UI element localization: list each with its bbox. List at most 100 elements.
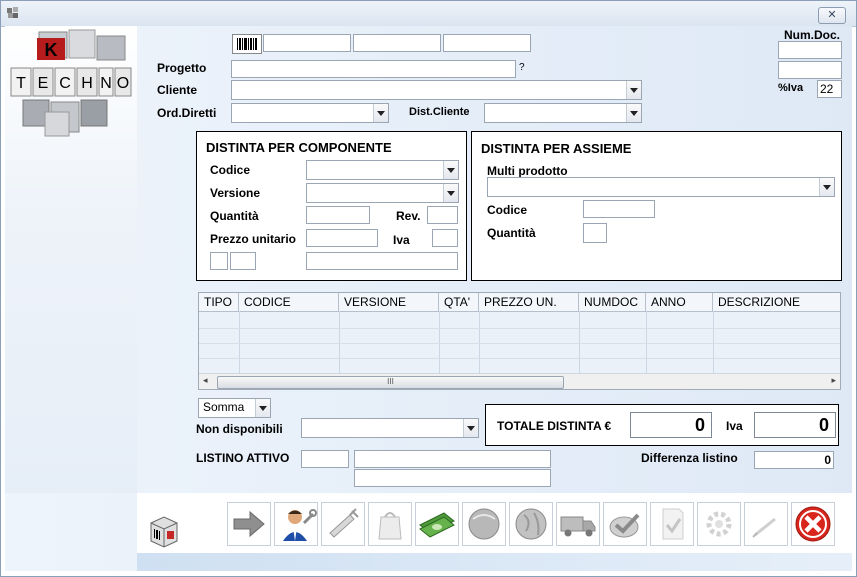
iva-field[interactable] bbox=[432, 229, 458, 247]
svg-text:H: H bbox=[81, 75, 93, 92]
componente-title: DISTINTA PER COMPONENTE bbox=[206, 140, 392, 155]
differenza-listino-value: 0 bbox=[754, 451, 834, 469]
ord-diretti-combo[interactable] bbox=[231, 103, 389, 123]
flag-field-1[interactable] bbox=[210, 252, 228, 270]
listino-desc-field[interactable] bbox=[354, 450, 551, 468]
totale-box: TOTALE DISTINTA € 0 Iva 0 bbox=[485, 404, 839, 446]
check-doc-icon bbox=[662, 508, 684, 540]
progetto-field[interactable] bbox=[231, 60, 516, 78]
col-codice[interactable]: CODICE bbox=[239, 293, 339, 311]
distinta-grid[interactable]: TIPO CODICE VERSIONE QTA' PREZZO UN. NUM… bbox=[198, 292, 841, 390]
col-numdoc[interactable]: NUMDOC bbox=[579, 293, 646, 311]
settings-button[interactable] bbox=[697, 502, 741, 546]
num-doc-field[interactable] bbox=[778, 41, 842, 59]
table-row[interactable] bbox=[199, 343, 840, 344]
listino-note-field[interactable] bbox=[354, 469, 551, 487]
bag-button[interactable] bbox=[368, 502, 412, 546]
barcode-field-3[interactable] bbox=[443, 34, 531, 52]
sphere-button[interactable] bbox=[462, 502, 506, 546]
grid-horizontal-scrollbar[interactable]: ◂ III ▸ bbox=[199, 373, 840, 389]
progetto-label: Progetto bbox=[157, 61, 207, 75]
barcode-field-2[interactable] bbox=[353, 34, 441, 52]
svg-text:N: N bbox=[100, 75, 112, 92]
verify-button[interactable] bbox=[650, 502, 694, 546]
codice-label: Codice bbox=[210, 163, 251, 177]
rev-field[interactable] bbox=[427, 206, 458, 224]
action-toolbar bbox=[137, 493, 852, 553]
rev-label: Rev. bbox=[396, 209, 421, 223]
user-tools-button[interactable] bbox=[274, 502, 318, 546]
approve-button[interactable] bbox=[603, 502, 647, 546]
cliente-combo[interactable] bbox=[231, 80, 642, 100]
globe-button[interactable] bbox=[509, 502, 553, 546]
truck-button[interactable] bbox=[556, 502, 600, 546]
iva-percent-field[interactable] bbox=[817, 80, 842, 98]
barcode-icon[interactable] bbox=[232, 34, 262, 54]
grid-header: TIPO CODICE VERSIONE QTA' PREZZO UN. NUM… bbox=[199, 293, 840, 312]
totale-iva-value: 0 bbox=[754, 412, 836, 438]
scroll-thumb[interactable]: III bbox=[217, 376, 564, 389]
money-button[interactable] bbox=[415, 502, 459, 546]
chevron-down-icon[interactable] bbox=[255, 399, 270, 417]
svg-text:C: C bbox=[59, 75, 71, 92]
assieme-codice-field[interactable] bbox=[583, 200, 655, 218]
col-descrizione[interactable]: DESCRIZIONE bbox=[713, 293, 840, 311]
componente-frame: DISTINTA PER COMPONENTE Codice Versione … bbox=[196, 131, 467, 281]
col-prezzo-un[interactable]: PREZZO UN. bbox=[479, 293, 579, 311]
quantita-field[interactable] bbox=[306, 206, 370, 224]
close-x-icon bbox=[795, 506, 831, 542]
multi-prodotto-combo[interactable] bbox=[487, 177, 835, 197]
chevron-down-icon[interactable] bbox=[819, 178, 834, 196]
chevron-down-icon[interactable] bbox=[463, 419, 478, 437]
flag-field-2[interactable] bbox=[230, 252, 256, 270]
prezzo-unitario-field[interactable] bbox=[306, 229, 378, 247]
bag-icon bbox=[378, 512, 402, 540]
pen-icon bbox=[752, 517, 776, 538]
left-logo-panel: K T E C H N O bbox=[5, 26, 137, 493]
col-tipo[interactable]: TIPO bbox=[199, 293, 239, 311]
syringe-icon bbox=[329, 508, 359, 538]
dist-cliente-label: Dist.Cliente bbox=[409, 106, 470, 118]
num-doc-label: Num.Doc. bbox=[784, 28, 841, 42]
somma-value: Somma bbox=[203, 400, 245, 414]
col-qta[interactable]: QTA' bbox=[439, 293, 479, 311]
exit-button[interactable] bbox=[791, 502, 835, 546]
table-row[interactable] bbox=[199, 328, 840, 329]
barcode-field-1[interactable] bbox=[263, 34, 351, 52]
num-doc-year-field[interactable] bbox=[778, 61, 842, 79]
codice-combo[interactable] bbox=[306, 160, 459, 180]
check-seal-icon bbox=[609, 513, 640, 538]
sphere-icon bbox=[468, 508, 500, 540]
listino-code-field[interactable] bbox=[301, 450, 349, 468]
barcode-scanner-icon[interactable] bbox=[147, 513, 181, 549]
dist-cliente-combo[interactable] bbox=[484, 103, 642, 123]
window-close-button[interactable]: ✕ bbox=[818, 7, 846, 24]
edit-button[interactable] bbox=[744, 502, 788, 546]
gear-icon bbox=[706, 511, 732, 537]
scroll-right-icon[interactable]: ▸ bbox=[831, 375, 836, 386]
versione-combo[interactable] bbox=[306, 183, 459, 203]
chevron-down-icon[interactable] bbox=[443, 161, 458, 179]
col-anno[interactable]: ANNO bbox=[646, 293, 713, 311]
next-button[interactable] bbox=[227, 502, 271, 546]
assieme-quantita-field[interactable] bbox=[583, 223, 607, 243]
iva-percent-label: %Iva bbox=[778, 82, 804, 94]
somma-combo[interactable]: Somma bbox=[198, 398, 271, 418]
col-versione[interactable]: VERSIONE bbox=[339, 293, 439, 311]
syringe-button[interactable] bbox=[321, 502, 365, 546]
assieme-codice-label: Codice bbox=[487, 203, 528, 217]
chevron-down-icon[interactable] bbox=[626, 81, 641, 99]
descrizione-field[interactable] bbox=[306, 252, 458, 270]
chevron-down-icon[interactable] bbox=[373, 104, 388, 122]
non-disponibili-combo[interactable] bbox=[301, 418, 479, 438]
chevron-down-icon[interactable] bbox=[443, 184, 458, 202]
title-bar: ✕ bbox=[1, 1, 856, 27]
totale-iva-label: Iva bbox=[726, 419, 743, 433]
versione-label: Versione bbox=[210, 186, 261, 200]
totale-distinta-value: 0 bbox=[630, 412, 712, 438]
scroll-left-icon[interactable]: ◂ bbox=[203, 375, 208, 386]
chevron-down-icon[interactable] bbox=[626, 104, 641, 122]
table-row[interactable] bbox=[199, 358, 840, 359]
progetto-help-mark[interactable]: ? bbox=[519, 62, 525, 73]
status-strip bbox=[137, 553, 852, 571]
